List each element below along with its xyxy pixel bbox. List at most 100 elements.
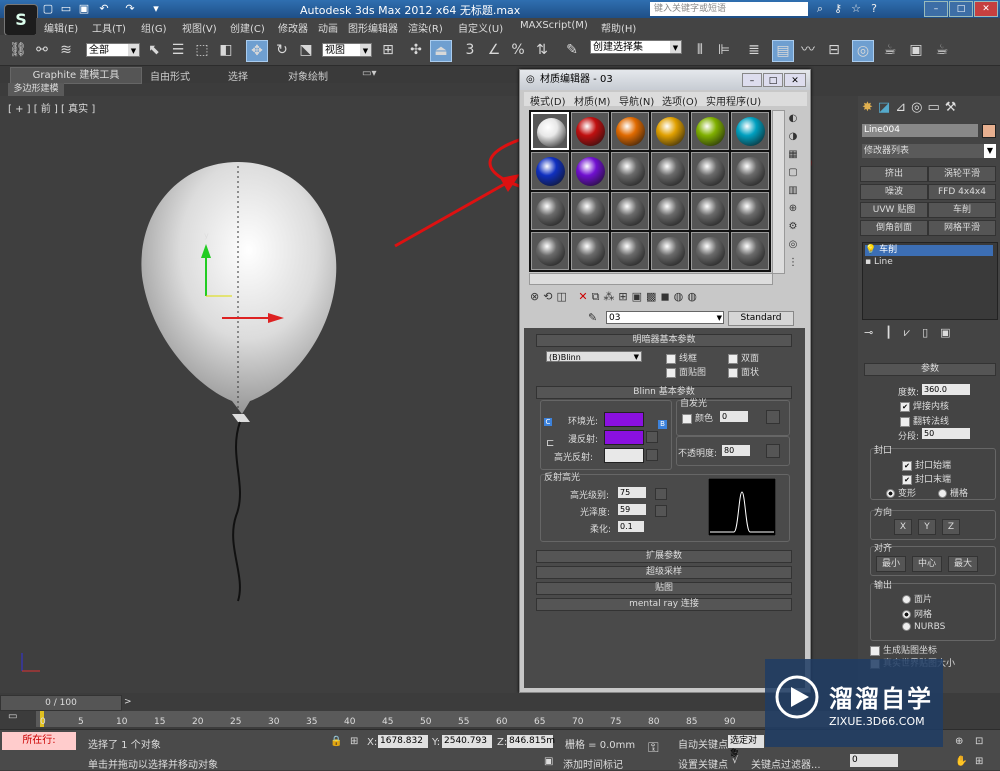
material-slot[interactable] <box>691 232 729 270</box>
percent-snap-icon[interactable]: % <box>508 40 528 60</box>
options-icon[interactable]: ⚙ <box>786 218 800 236</box>
material-slot[interactable] <box>691 192 729 230</box>
eyedropper-icon[interactable]: ✎ <box>588 311 597 324</box>
stack-item-line[interactable]: ▪ Line <box>865 257 993 268</box>
self-illum-value[interactable]: 0 <box>720 411 748 422</box>
save-icon[interactable]: ▣ <box>76 1 92 16</box>
material-slot[interactable] <box>571 192 609 230</box>
display-tab-icon[interactable]: ▭ <box>927 100 944 115</box>
shader-basic-params-rollout[interactable]: 明暗器基本参数 <box>536 334 792 347</box>
bevel-profile-button[interactable]: 倒角剖面 <box>860 220 928 236</box>
material-id-icon[interactable]: ▣ <box>632 290 646 303</box>
opacity-map-button[interactable] <box>766 444 780 458</box>
mated-menu-modes[interactable]: 模式(D) <box>530 93 566 108</box>
reset-map-icon[interactable]: ✕ <box>578 290 591 303</box>
blinn-basic-params-rollout[interactable]: Blinn 基本参数 <box>536 386 792 399</box>
specular-level-map-button[interactable] <box>655 488 667 500</box>
turbosmooth-button[interactable]: 涡轮平滑 <box>928 166 996 182</box>
z-coordinate[interactable]: 846.815m <box>507 735 555 748</box>
material-slot[interactable] <box>611 152 649 190</box>
render-production-icon[interactable]: ☕ <box>932 40 952 60</box>
ambient-color-swatch[interactable] <box>604 412 644 427</box>
go-forward-icon[interactable]: ◍ <box>687 290 701 303</box>
material-slot[interactable] <box>531 232 569 270</box>
diffuse-specular-lock-button[interactable]: B <box>658 420 667 429</box>
menu-help[interactable]: 帮助(H) <box>601 20 636 35</box>
uvw-map-button[interactable]: UVW 贴图 <box>860 202 928 218</box>
material-slot[interactable] <box>731 112 769 150</box>
stack-item-lathe[interactable]: 💡 车削 <box>865 245 993 256</box>
material-slot[interactable] <box>611 112 649 150</box>
pan-icon[interactable]: ✋ <box>955 756 967 767</box>
search-icon[interactable]: ⌕ <box>812 1 828 16</box>
put-to-scene-icon[interactable]: ⟲ <box>543 290 556 303</box>
balloon-model[interactable] <box>141 162 337 602</box>
diffuse-color-swatch[interactable] <box>604 430 644 445</box>
menu-group[interactable]: 组(G) <box>141 20 167 35</box>
bind-space-warp-icon[interactable]: ≋ <box>56 40 76 60</box>
named-selection-dropdown[interactable]: 创建选择集 ▼ <box>590 40 682 54</box>
maps-rollout[interactable]: 贴图 <box>536 582 792 595</box>
material-name-field[interactable]: 03 ▼ <box>606 311 724 324</box>
create-tab-icon[interactable]: ✸ <box>862 100 878 115</box>
subtab-polygon-modeling[interactable]: 多边形建模 <box>8 83 64 96</box>
menu-edit[interactable]: 编辑(E) <box>44 20 78 35</box>
pivot-center-icon[interactable]: ⊞ <box>378 40 398 60</box>
zoom-extents-icon[interactable]: ⊡ <box>975 736 983 747</box>
menu-graph-editors[interactable]: 图形编辑器 <box>348 20 398 35</box>
spinner-snap-icon[interactable]: ⇅ <box>532 40 552 60</box>
material-slot[interactable] <box>731 232 769 270</box>
mirror-icon[interactable]: ⫴ <box>690 40 710 60</box>
redo-icon[interactable]: ↷ <box>122 1 138 16</box>
glossiness-map-button[interactable] <box>655 505 667 517</box>
faceted-checkbox[interactable]: 面状 <box>728 365 759 378</box>
close-button[interactable]: ✕ <box>974 1 998 17</box>
material-map-navigator-icon[interactable]: ⋮ <box>786 254 800 272</box>
mated-maximize-button[interactable]: □ <box>763 73 783 87</box>
menu-rendering[interactable]: 渲染(R) <box>408 20 443 35</box>
ribbon-options-icon[interactable]: ▭▾ <box>362 68 376 79</box>
lightbulb-icon[interactable]: 💡 <box>865 245 876 255</box>
background-icon[interactable]: ▦ <box>786 146 800 164</box>
ambient-diffuse-lock-button[interactable]: C <box>544 418 552 426</box>
align-center-button[interactable]: 中心 <box>912 556 942 572</box>
hierarchy-tab-icon[interactable]: ⊿ <box>895 100 911 115</box>
reference-coordinate-dropdown[interactable]: 视图 ▼ <box>322 43 372 57</box>
motion-tab-icon[interactable]: ◎ <box>911 100 927 115</box>
cap-start-checkbox[interactable]: ✔ 封口始端 <box>902 458 951 471</box>
mated-menu-material[interactable]: 材质(M) <box>574 93 610 108</box>
self-illum-map-button[interactable] <box>766 410 780 424</box>
align-icon[interactable]: ⊫ <box>714 40 734 60</box>
make-preview-icon[interactable]: ⊕ <box>786 200 800 218</box>
y-coordinate[interactable]: 2540.793 <box>442 735 492 748</box>
maximize-button[interactable]: □ <box>949 1 973 17</box>
help-icon[interactable]: ? <box>866 1 882 16</box>
layer-manager-icon[interactable]: ≣ <box>744 40 764 60</box>
opacity-value[interactable]: 80 <box>722 445 750 456</box>
key-mode-dropdown[interactable]: 选定对象 <box>728 735 764 759</box>
rendered-frame-icon[interactable]: ▣ <box>906 40 926 60</box>
ambient-diffuse-link-icon[interactable]: ⊏ <box>546 438 554 449</box>
search-input[interactable]: 键入关键字或短语 <box>650 2 808 16</box>
output-mesh-radio[interactable]: 网格 <box>902 607 932 620</box>
diffuse-map-button[interactable] <box>646 431 658 443</box>
ffd-button[interactable]: FFD 4x4x4 <box>928 184 996 200</box>
undo-icon[interactable]: ↶ <box>96 1 112 16</box>
zoom-icon[interactable]: ⊕ <box>955 736 963 747</box>
select-and-move-icon[interactable]: ✥ <box>246 40 268 62</box>
uv-tiling-icon[interactable]: ▢ <box>786 164 800 182</box>
menu-views[interactable]: 视图(V) <box>182 20 217 35</box>
glossiness-value[interactable]: 59 <box>618 504 646 515</box>
edit-named-selection-icon[interactable]: ✎ <box>562 40 582 60</box>
align-max-button[interactable]: 最大 <box>948 556 978 572</box>
meshsmooth-button[interactable]: 网格平滑 <box>928 220 996 236</box>
extended-params-rollout[interactable]: 扩展参数 <box>536 550 792 563</box>
menu-tools[interactable]: 工具(T) <box>92 20 126 35</box>
material-type-button[interactable]: Standard <box>728 311 794 326</box>
material-slot[interactable] <box>731 192 769 230</box>
flip-normals-checkbox[interactable]: 翻转法线 <box>900 414 949 427</box>
parameters-rollout[interactable]: 参数 <box>864 363 996 376</box>
material-slot[interactable] <box>651 152 689 190</box>
select-by-material-icon[interactable]: ◎ <box>786 236 800 254</box>
minimize-button[interactable]: – <box>924 1 948 17</box>
